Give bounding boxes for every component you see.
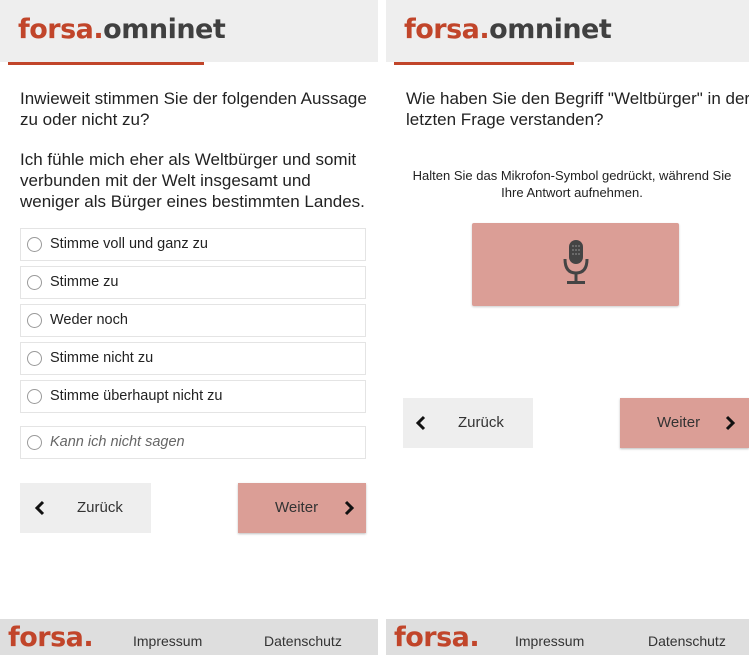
back-label: Zurück <box>458 414 504 431</box>
chevron-right-icon <box>725 415 736 431</box>
option-stimme-ueberhaupt-nicht-zu[interactable]: Stimme überhaupt nicht zu <box>20 380 366 413</box>
back-button[interactable]: Zurück <box>403 398 533 448</box>
header-bar: forsa.omninet <box>386 0 749 62</box>
footer: forsa. Impressum Datenschutz <box>0 619 378 655</box>
option-label: Stimme voll und ganz zu <box>50 236 208 252</box>
forsa-omninet-logo: forsa.omninet <box>404 14 612 45</box>
radio-button[interactable] <box>27 313 42 328</box>
datenschutz-link[interactable]: Datenschutz <box>648 633 726 649</box>
option-weder-noch[interactable]: Weder noch <box>20 304 366 337</box>
impressum-link[interactable]: Impressum <box>515 633 584 649</box>
option-label: Stimme nicht zu <box>50 350 154 366</box>
radio-button[interactable] <box>27 351 42 366</box>
header-accent-line <box>394 62 574 65</box>
chevron-left-icon <box>415 415 426 431</box>
question-text: Wie haben Sie den Begriff "Weltbürger" i… <box>406 89 749 129</box>
microphone-icon <box>563 240 589 284</box>
mic-instruction-text: Halten Sie das Mikrofon-Symbol gedrückt,… <box>412 168 732 200</box>
option-label: Stimme überhaupt nicht zu <box>50 388 223 404</box>
option-label: Weder noch <box>50 312 128 328</box>
next-button[interactable]: Weiter <box>238 483 366 533</box>
header-bar: forsa.omninet <box>0 0 378 62</box>
option-label: Kann ich nicht sagen <box>50 434 185 450</box>
header-accent-line <box>8 62 204 65</box>
next-label: Weiter <box>275 499 319 516</box>
option-label: Stimme zu <box>50 274 119 290</box>
option-stimme-zu[interactable]: Stimme zu <box>20 266 366 299</box>
next-button[interactable]: Weiter <box>620 398 749 448</box>
option-stimme-nicht-zu[interactable]: Stimme nicht zu <box>20 342 366 375</box>
survey-screen-right: forsa.omninet Wie haben Sie den Begriff … <box>386 0 749 655</box>
chevron-right-icon <box>344 500 355 516</box>
radio-button[interactable] <box>27 237 42 252</box>
survey-screen-left: forsa.omninet Inwieweit stimmen Sie der … <box>0 0 378 655</box>
impressum-link[interactable]: Impressum <box>133 633 202 649</box>
record-button[interactable] <box>472 223 679 306</box>
forsa-omninet-logo: forsa.omninet <box>18 14 226 45</box>
radio-button[interactable] <box>27 435 42 450</box>
chevron-left-icon <box>34 500 45 516</box>
footer-logo: forsa. <box>8 622 94 653</box>
option-kann-ich-nicht-sagen[interactable]: Kann ich nicht sagen <box>20 426 366 459</box>
option-stimme-voll-und-ganz-zu[interactable]: Stimme voll und ganz zu <box>20 228 366 261</box>
statement-text: Ich fühle mich eher als Weltbürger und s… <box>20 150 365 211</box>
footer: forsa. Impressum Datenschutz <box>386 619 749 655</box>
question-text: Inwieweit stimmen Sie der folgenden Auss… <box>20 89 367 129</box>
back-button[interactable]: Zurück <box>20 483 151 533</box>
datenschutz-link[interactable]: Datenschutz <box>264 633 342 649</box>
next-label: Weiter <box>657 414 701 431</box>
radio-button[interactable] <box>27 275 42 290</box>
footer-logo: forsa. <box>394 622 480 653</box>
back-label: Zurück <box>77 499 123 516</box>
radio-button[interactable] <box>27 389 42 404</box>
